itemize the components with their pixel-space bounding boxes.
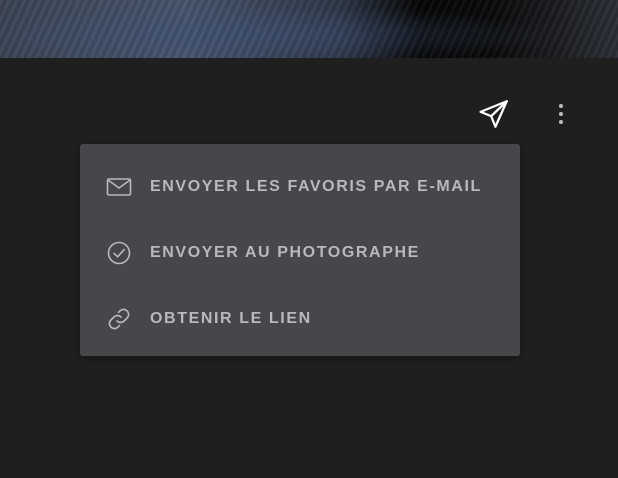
menu-item-send-to-photographer[interactable]: ENVOYER AU PHOTOGRAPHE	[80, 220, 520, 286]
menu-item-get-link[interactable]: OBTENIR LE LIEN	[80, 286, 520, 352]
paper-plane-icon	[479, 100, 508, 128]
menu-item-label: OBTENIR LE LIEN	[150, 310, 312, 327]
menu-item-label: ENVOYER AU PHOTOGRAPHE	[150, 244, 420, 261]
menu-item-email-favorites[interactable]: ENVOYER LES FAVORIS PAR E-MAIL	[80, 154, 520, 220]
send-button[interactable]	[474, 94, 514, 134]
hero-image	[0, 0, 618, 58]
check-circle-icon	[106, 240, 132, 266]
more-options-button[interactable]	[548, 98, 574, 130]
more-vertical-icon	[559, 104, 563, 124]
share-menu: ENVOYER LES FAVORIS PAR E-MAIL ENVOYER A…	[80, 144, 520, 356]
menu-item-label: ENVOYER LES FAVORIS PAR E-MAIL	[150, 178, 482, 195]
link-icon	[106, 306, 132, 332]
envelope-icon	[106, 174, 132, 200]
